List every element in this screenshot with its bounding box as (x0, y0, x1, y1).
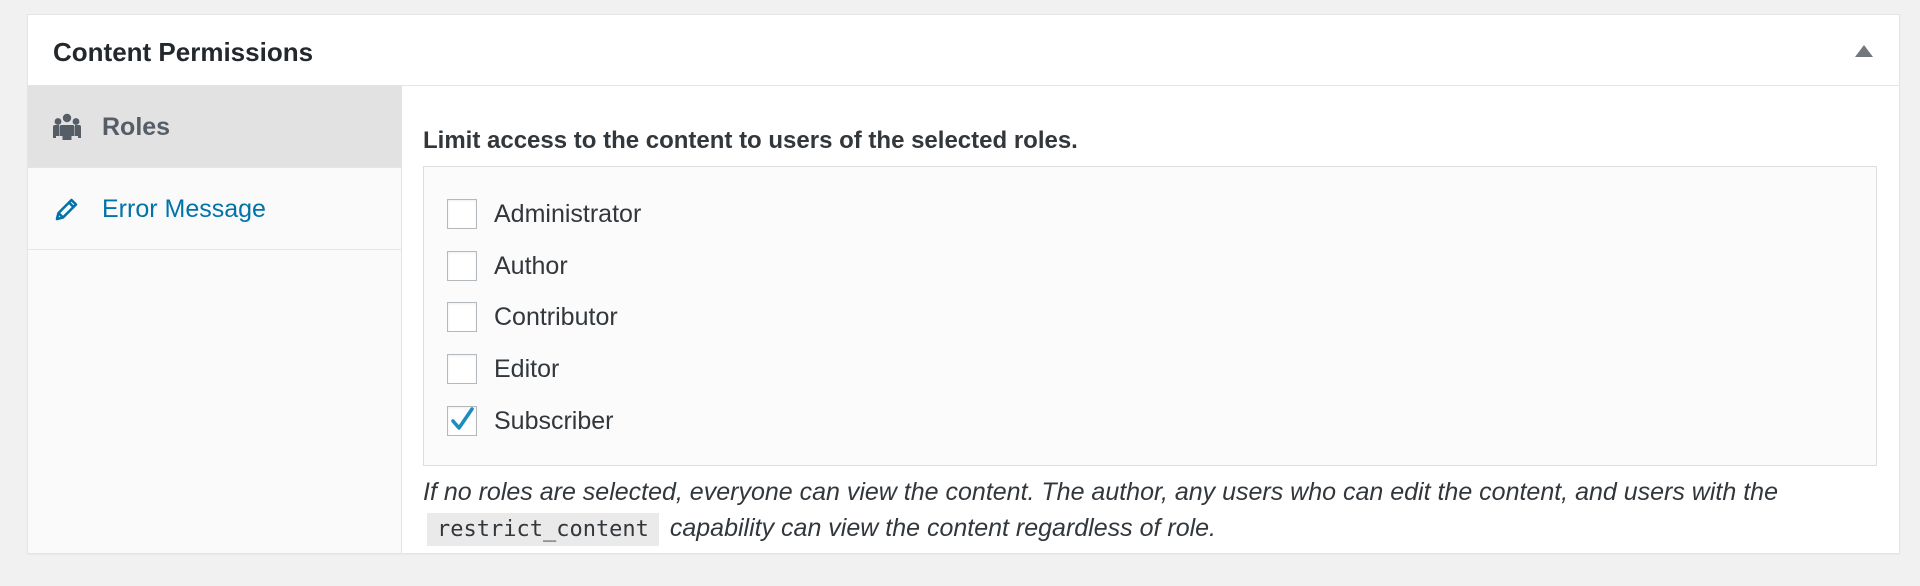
tab-roles-label: Roles (102, 113, 171, 141)
role-label: Subscriber (494, 407, 614, 435)
role-label: Author (494, 252, 568, 280)
role-editor[interactable]: Editor (447, 353, 559, 385)
tab-roles[interactable]: Roles (28, 86, 401, 168)
roles-panel: Limit access to the content to users of … (402, 86, 1899, 553)
role-label: Editor (494, 355, 560, 383)
roles-description: If no roles are selected, everyone can v… (423, 474, 1893, 548)
metabox-header: Content Permissions (28, 15, 1899, 86)
checkmark-icon (451, 407, 474, 430)
metabox-title: Content Permissions (53, 37, 314, 67)
role-label: Administrator (494, 200, 642, 228)
content-permissions-metabox: Content Permissions Roles Error Message … (27, 14, 1900, 554)
description-text-end: capability can view the content regardle… (669, 514, 1217, 542)
roles-checklist: Administrator Author Contributor Editor (423, 166, 1877, 466)
groups-icon (52, 112, 82, 142)
collapse-toggle-icon[interactable] (1855, 45, 1873, 57)
role-author-checkbox[interactable] (447, 251, 477, 281)
role-subscriber[interactable]: Subscriber (447, 405, 614, 437)
roles-heading: Limit access to the content to users of … (423, 127, 1078, 154)
tab-list: Roles Error Message (28, 86, 402, 553)
role-administrator[interactable]: Administrator (447, 198, 641, 230)
role-editor-checkbox[interactable] (447, 354, 477, 384)
role-contributor-checkbox[interactable] (447, 302, 477, 332)
role-subscriber-checkbox[interactable] (447, 406, 477, 436)
role-label: Contributor (494, 303, 618, 331)
edit-icon (52, 194, 82, 224)
capability-code: restrict_content (427, 513, 659, 546)
tab-error-message[interactable]: Error Message (28, 168, 401, 250)
role-administrator-checkbox[interactable] (447, 199, 477, 229)
tab-error-message-label: Error Message (102, 195, 266, 223)
role-author[interactable]: Author (447, 250, 568, 282)
role-contributor[interactable]: Contributor (447, 301, 618, 333)
description-text: If no roles are selected, everyone can v… (423, 478, 1778, 506)
